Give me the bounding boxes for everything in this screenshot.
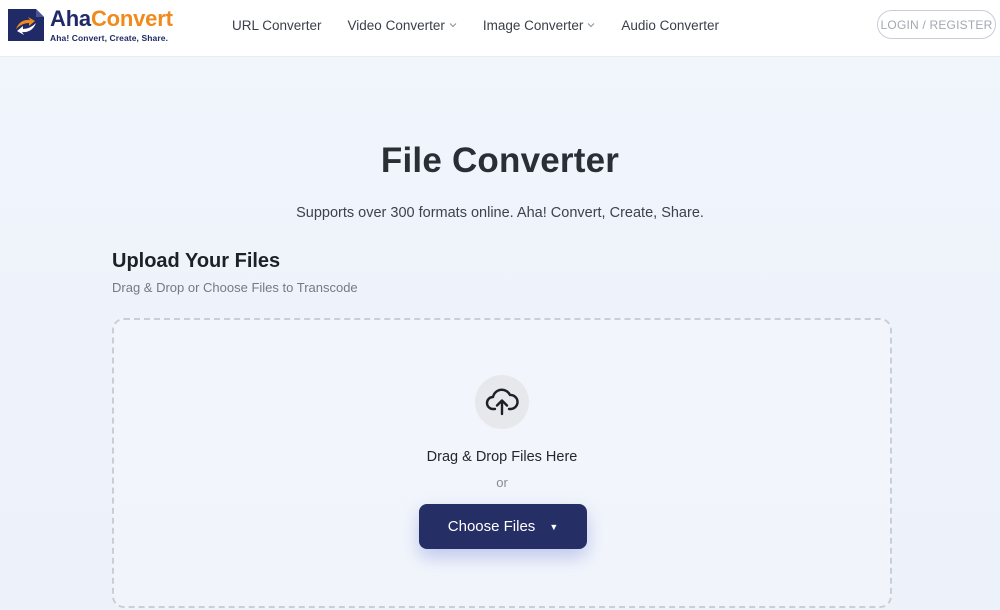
drop-files-text: Drag & Drop Files Here <box>426 449 578 465</box>
nav-video-converter[interactable]: Video Converter <box>348 18 457 33</box>
page-title: File Converter <box>380 141 620 180</box>
nav-url-converter-label: URL Converter <box>232 17 322 33</box>
caret-down-icon: ▼ <box>549 521 559 532</box>
file-dropzone[interactable]: Drag & Drop Files Here or Choose Files ▼ <box>112 318 892 608</box>
upload-heading: Upload Your Files <box>112 250 281 272</box>
choose-files-label: Choose Files <box>447 518 536 535</box>
logo-tagline: Aha! Convert, Create, Share. <box>50 32 169 43</box>
nav-audio-converter[interactable]: Audio Converter <box>621 18 719 33</box>
login-register-button[interactable]: LOGIN / REGISTER <box>877 10 996 39</box>
logo-name-aha: Aha <box>50 5 91 31</box>
chevron-down-icon <box>449 23 457 28</box>
nav-audio-converter-label: Audio Converter <box>621 17 719 33</box>
site-logo[interactable]: AhaConvert Aha! Convert, Create, Share. <box>6 6 173 44</box>
logo-name: AhaConvert <box>50 5 173 31</box>
site-header: AhaConvert Aha! Convert, Create, Share. … <box>0 0 1000 57</box>
logo-name-convert: Convert <box>90 5 173 31</box>
choose-files-button[interactable]: Choose Files ▼ <box>419 504 587 549</box>
upload-subheading: Drag & Drop or Choose Files to Transcode <box>112 280 358 295</box>
nav-image-converter-label: Image Converter <box>482 17 584 33</box>
or-separator: or <box>496 475 508 490</box>
main-nav: URL Converter Video Converter Image Conv… <box>232 0 745 50</box>
chevron-down-icon <box>588 23 595 28</box>
main-content: File Converter Supports over 300 formats… <box>0 57 1000 610</box>
logo-mark-icon <box>6 7 46 43</box>
nav-video-converter-label: Video Converter <box>347 17 445 33</box>
cloud-upload-icon <box>475 375 529 429</box>
page-subtitle: Supports over 300 formats online. Aha! C… <box>296 205 704 221</box>
nav-image-converter[interactable]: Image Converter <box>483 18 596 33</box>
nav-url-converter[interactable]: URL Converter <box>232 18 322 33</box>
